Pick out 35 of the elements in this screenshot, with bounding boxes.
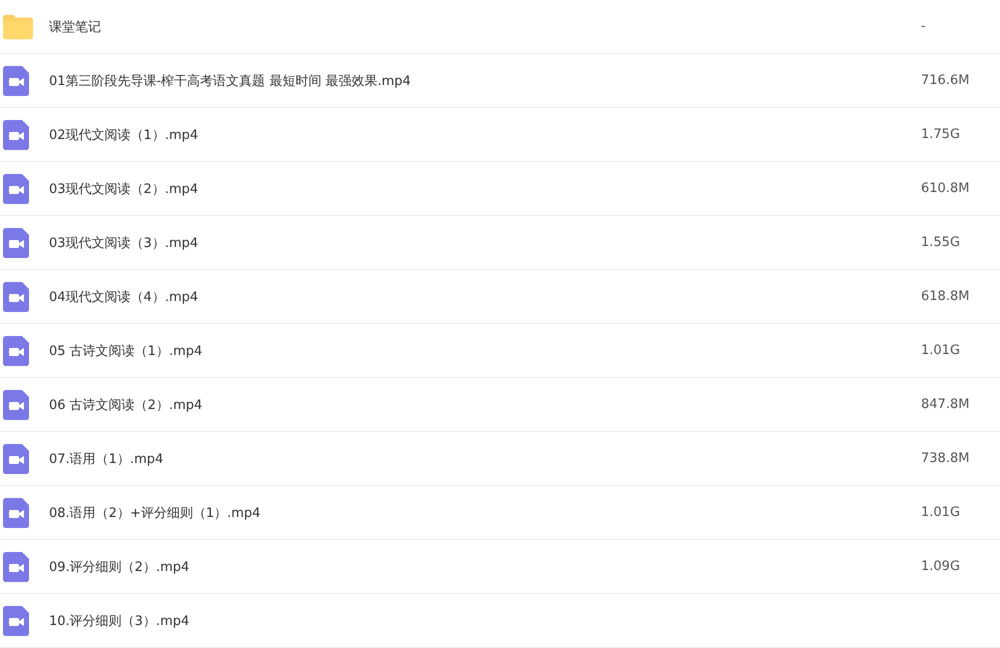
file-name[interactable]: 07.语用（1）.mp4 xyxy=(49,452,164,466)
file-name[interactable]: 02现代文阅读（1）.mp4 xyxy=(49,128,198,142)
video-file-icon xyxy=(3,174,29,204)
file-size: 716.6M xyxy=(921,73,970,88)
video-file-icon xyxy=(3,444,29,474)
file-name[interactable]: 05 古诗文阅读（1）.mp4 xyxy=(49,344,202,358)
file-size: 610.8M xyxy=(921,181,970,196)
file-name[interactable]: 06 古诗文阅读（2）.mp4 xyxy=(49,398,202,412)
file-size: 1.75G xyxy=(921,127,960,142)
file-name[interactable]: 课堂笔记 xyxy=(49,20,101,34)
file-name[interactable]: 09.评分细则（2）.mp4 xyxy=(49,560,190,574)
folder-icon xyxy=(3,14,33,40)
video-file-icon xyxy=(3,606,29,636)
video-file-icon xyxy=(3,390,29,420)
file-size: 1.09G xyxy=(921,559,960,574)
file-name[interactable]: 03现代文阅读（2）.mp4 xyxy=(49,182,198,196)
video-file-icon xyxy=(3,66,29,96)
file-name[interactable]: 03现代文阅读（3）.mp4 xyxy=(49,236,198,250)
video-file-icon xyxy=(3,120,29,150)
video-file-icon xyxy=(3,282,29,312)
video-file-icon xyxy=(3,552,29,582)
file-name[interactable]: 10.评分细则（3）.mp4 xyxy=(49,614,190,628)
video-file-icon xyxy=(3,336,29,366)
file-name[interactable]: 04现代文阅读（4）.mp4 xyxy=(49,290,198,304)
file-size: 847.8M xyxy=(921,397,970,412)
file-name[interactable]: 08.语用（2）+评分细则（1）.mp4 xyxy=(49,506,260,520)
video-file-icon xyxy=(3,228,29,258)
file-size: 1.01G xyxy=(921,505,960,520)
file-size: 1.55G xyxy=(921,235,960,250)
file-name[interactable]: 01第三阶段先导课-榨干高考语文真题 最短时间 最强效果.mp4 xyxy=(49,74,411,88)
file-size: 738.8M xyxy=(921,451,970,466)
video-file-icon xyxy=(3,498,29,528)
file-size: 1.01G xyxy=(921,343,960,358)
file-size: 618.8M xyxy=(921,289,970,304)
file-size: - xyxy=(921,19,926,34)
